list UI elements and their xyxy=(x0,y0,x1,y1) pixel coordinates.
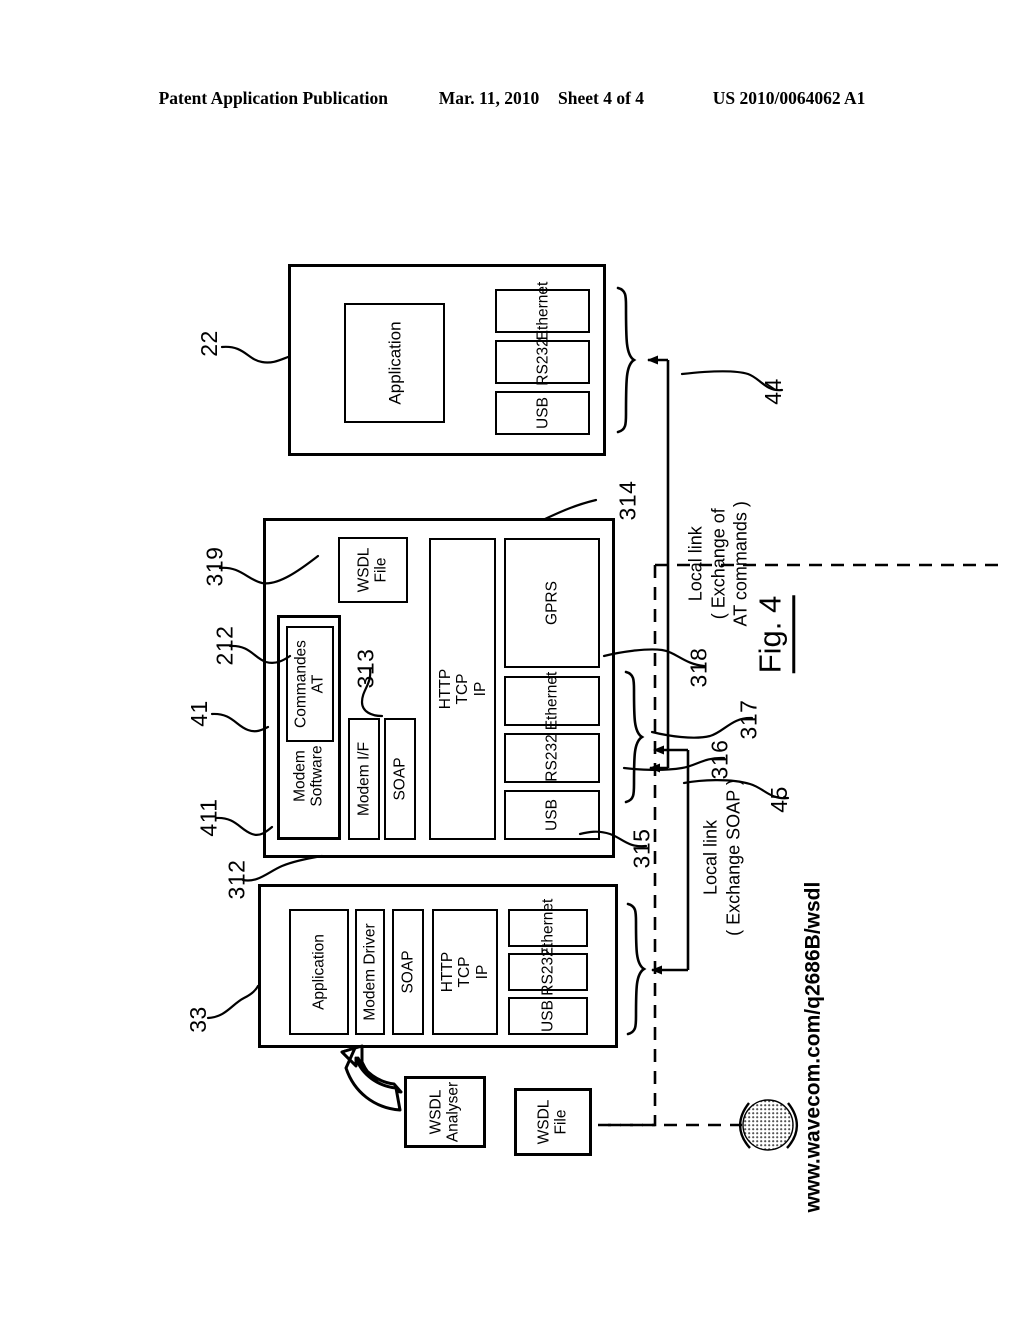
modem-soap-label: SOAP xyxy=(391,757,409,801)
modem-if-box: Modem I/F xyxy=(348,718,380,840)
ref-312: 312 xyxy=(223,859,250,900)
ref-22: 22 xyxy=(195,330,222,357)
ref-317: 317 xyxy=(735,699,762,740)
host-ethernet-box: Ethernet xyxy=(508,899,588,957)
modem-stack-box: HTTP TCP IP xyxy=(429,538,496,840)
block-modem-314: WSDL File Modem Software Commandes AT Mo… xyxy=(263,518,615,858)
remote-port-rs232: RS232 xyxy=(495,338,590,386)
ref-319: 319 xyxy=(201,546,228,587)
remote-usb-label: USB xyxy=(533,397,551,429)
ref-212: 212 xyxy=(211,625,238,666)
at-link-line3: AT commands ) xyxy=(730,501,751,627)
ref-411: 411 xyxy=(195,798,222,837)
modem-ethernet-box: Ethernet xyxy=(504,672,600,730)
modem-rs232-label: RS232 xyxy=(543,734,561,782)
figure-caption: Fig. 4 xyxy=(752,595,796,674)
host-stack-box: HTTP TCP IP xyxy=(432,909,498,1035)
modem-stack-label: HTTP TCP IP xyxy=(436,668,489,710)
remote-port-ethernet: Ethernet xyxy=(495,282,590,340)
modem-if-label: Modem I/F xyxy=(355,741,373,817)
link-soap-label: Local link ( Exchange SOAP ) xyxy=(700,758,745,958)
modem-software-label: Modem Software xyxy=(291,745,326,807)
ref-33: 33 xyxy=(184,1006,211,1033)
ref-41: 41 xyxy=(185,700,212,727)
link-at-commands-label: Local link ( Exchange of AT commands ) xyxy=(684,474,752,654)
modem-rs232-box: RS232 xyxy=(504,733,600,783)
host-application-label: Application xyxy=(310,934,328,1010)
wsdl-url-text: www.wavecom.com/q2686B/wsdl xyxy=(801,881,825,1213)
modem-usb-box: USB xyxy=(504,790,600,840)
wsdl-file-external-label: WSDL File xyxy=(535,1099,570,1145)
wsdl-file-external-box: WSDL File xyxy=(514,1088,592,1156)
wsdl-analyser-box: WSDL Analyser xyxy=(404,1076,486,1148)
modem-ethernet-label: Ethernet xyxy=(543,671,561,731)
host-application-box: Application xyxy=(289,909,349,1035)
host-soap-label: SOAP xyxy=(399,950,417,994)
ref-44: 44 xyxy=(759,378,786,405)
remote-rs232-label: RS232 xyxy=(533,338,551,386)
modem-software-box: Modem Software Commandes AT xyxy=(277,615,341,840)
soap-link-line1: Local link xyxy=(700,819,721,896)
modem-wsdl-file-box: WSDL File xyxy=(338,537,408,603)
modem-usb-label: USB xyxy=(543,799,561,831)
modem-commandes-at-box: Commandes AT xyxy=(286,626,334,742)
modem-gprs-label: GPRS xyxy=(543,581,561,625)
ref-314: 314 xyxy=(614,480,641,521)
wsdl-analyser-label: WSDL Analyser xyxy=(427,1081,462,1143)
remote-port-usb: USB xyxy=(495,391,590,435)
modem-gprs-box: GPRS xyxy=(504,538,600,668)
at-link-line2: ( Exchange of xyxy=(707,508,728,620)
remote-application-label: Application xyxy=(384,321,404,405)
host-rs232-label: RS232 xyxy=(539,948,557,996)
soap-link-line2: ( Exchange SOAP ) xyxy=(723,779,743,936)
host-stack-label: HTTP TCP IP xyxy=(438,951,491,993)
host-modem-driver-box: Modem Driver xyxy=(355,909,385,1035)
remote-ethernet-label: Ethernet xyxy=(533,281,551,341)
host-modem-driver-label: Modem Driver xyxy=(361,923,379,1021)
host-soap-box: SOAP xyxy=(392,909,424,1035)
block-host-33: Application Modem Driver SOAP HTTP TCP I… xyxy=(258,884,618,1048)
host-rs232-box: RS232 xyxy=(508,948,588,996)
ref-315: 315 xyxy=(628,828,655,869)
host-usb-box: USB xyxy=(508,997,588,1035)
host-usb-label: USB xyxy=(539,1000,557,1032)
ref-45: 45 xyxy=(765,786,792,813)
block-remote-terminal-22: Application Ethernet RS232 USB xyxy=(288,264,606,456)
ref-313: 313 xyxy=(352,648,379,689)
at-link-line1: Local link xyxy=(685,526,706,602)
remote-application-box: Application xyxy=(344,303,445,423)
modem-soap-box: SOAP xyxy=(384,718,416,840)
modem-commandes-at-label: Commandes AT xyxy=(292,640,327,728)
figure-4-drawing: Application Ethernet RS232 USB WSDL File… xyxy=(0,0,1024,1320)
modem-wsdl-file-label: WSDL File xyxy=(355,547,390,593)
